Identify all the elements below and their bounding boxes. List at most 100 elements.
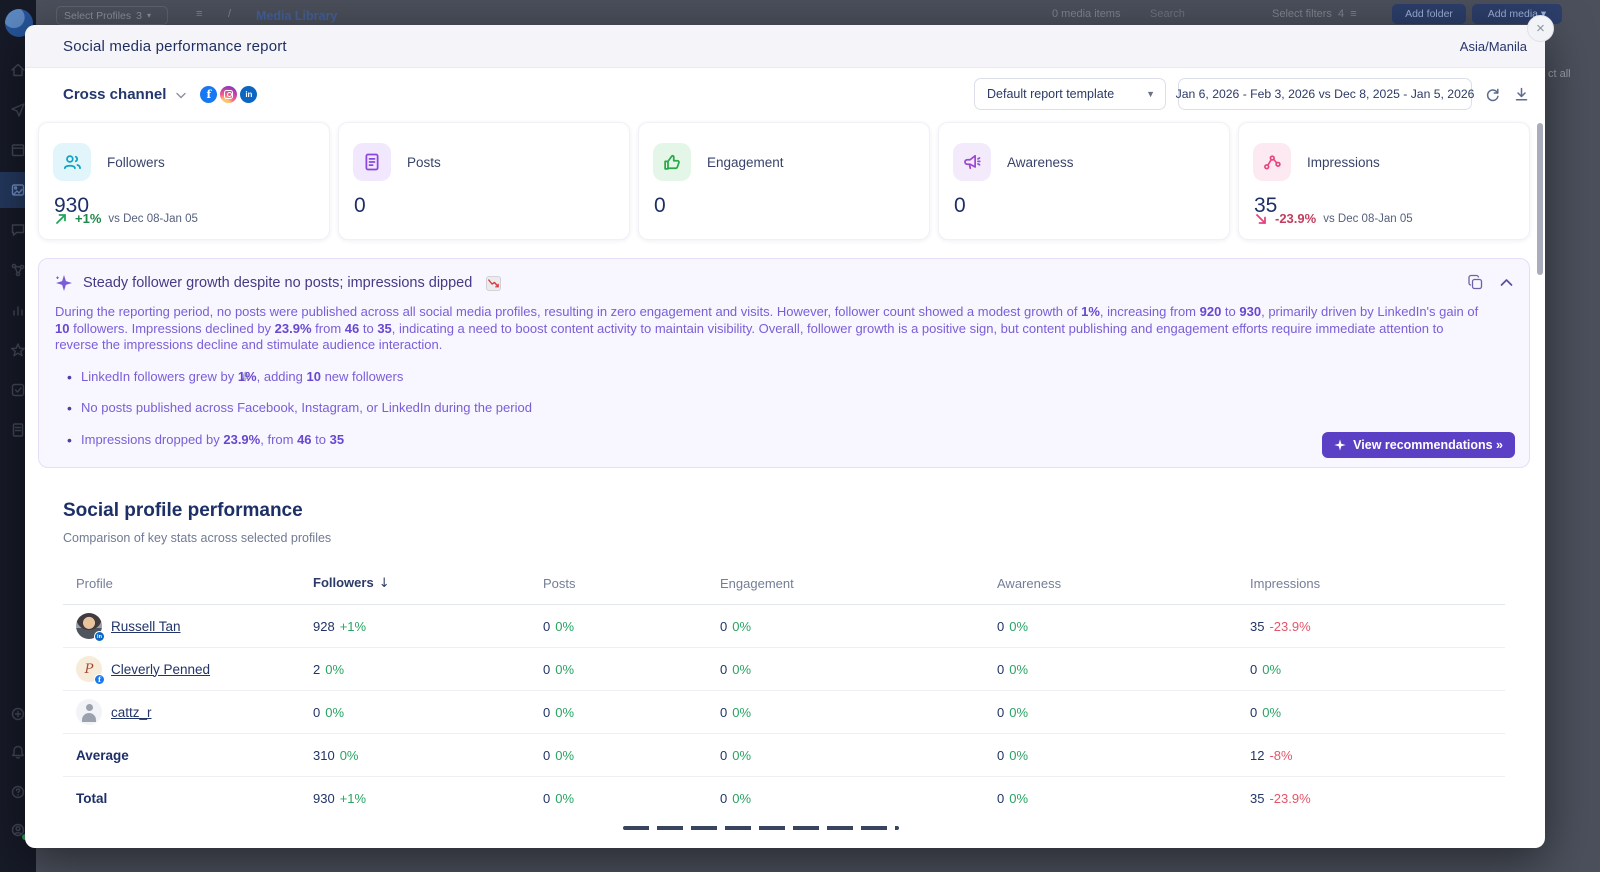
table-row: cattz_r 00% 00% 00% 00% 00% [63, 691, 1505, 734]
list-view-icon[interactable]: ≡ [196, 8, 202, 20]
engagement-value: 0 [720, 619, 727, 634]
home-icon[interactable] [10, 62, 26, 78]
section-subtitle: Comparison of key stats across selected … [63, 531, 1530, 545]
date-range-picker[interactable]: Jan 6, 2026 - Feb 3, 2026 vs Dec 8, 2025… [1178, 78, 1472, 110]
app-stage: Select Profiles 3 ▾ ≡ / Media Library 0 … [0, 0, 1600, 872]
channel-network-icons: f in [200, 86, 257, 103]
add-folder-button[interactable]: Add folder [1392, 4, 1466, 24]
share-nodes-icon[interactable] [10, 262, 26, 278]
select-filters-control[interactable]: Select filters 4 ≡ [1272, 8, 1357, 20]
metric-value: 0 [354, 194, 615, 218]
profile-link[interactable]: Cleverly Penned [111, 662, 210, 677]
template-select-value: Default report template [987, 87, 1114, 101]
metric-value: 0 [954, 194, 1215, 218]
ai-highlight-item: No posts published across Facebook, Inst… [55, 400, 1513, 415]
view-recommendations-button[interactable]: View recommendations » [1322, 432, 1515, 458]
instagram-icon [220, 86, 237, 103]
select-caret-icon: ▼ [1146, 89, 1155, 99]
avatar: Pf [76, 656, 102, 682]
posts-document-icon [353, 143, 391, 181]
impressions-delta: -8% [1269, 748, 1292, 763]
notes-document-icon[interactable] [10, 422, 26, 438]
modal-header: Social media performance report Asia/Man… [25, 25, 1545, 68]
engagement-delta: 0% [732, 705, 751, 720]
comparison-period: vs Dec 08-Jan 05 [108, 213, 198, 225]
linkedin-badge-icon: in [94, 631, 105, 642]
awareness-value: 0 [997, 705, 1004, 720]
trend-up-arrow-icon [54, 212, 68, 226]
awareness-delta: 0% [1009, 705, 1028, 720]
modal-scrollbar[interactable] [1537, 123, 1543, 275]
posts-delta: 0% [555, 662, 574, 677]
impressions-delta: -23.9% [1269, 619, 1310, 634]
metric-delta: +1% [75, 211, 101, 226]
table-row: Pf Cleverly Penned 20% 00% 00% 00% 00% [63, 648, 1505, 691]
avatar-placeholder [76, 699, 102, 725]
table-header-row: Profile Followers↓ Posts Engagement Awar… [63, 562, 1505, 605]
select-profiles-label: Select Profiles [64, 10, 131, 22]
metric-label: Engagement [707, 155, 784, 170]
reviews-star-icon[interactable] [10, 342, 26, 358]
posts-delta: 0% [555, 619, 574, 634]
column-header-impressions[interactable]: Impressions [1250, 576, 1505, 591]
ai-highlights-list: LinkedIn followers grew by 1%, adding 10… [55, 369, 1513, 447]
column-header-profile[interactable]: Profile [63, 576, 313, 591]
calendar-icon[interactable] [10, 142, 26, 158]
media-items-count: 0 media items [1052, 8, 1120, 20]
posts-value: 0 [543, 619, 550, 634]
channel-selector[interactable]: Cross channel [63, 86, 166, 103]
impressions-delta: -23.9% [1269, 791, 1310, 806]
approvals-check-icon[interactable] [10, 382, 26, 398]
comparison-period: vs Dec 08-Jan 05 [1323, 213, 1413, 225]
report-template-select[interactable]: Default report template ▼ [974, 78, 1166, 110]
refresh-icon[interactable] [1484, 86, 1501, 103]
add-circle-icon[interactable] [10, 706, 26, 722]
notifications-bell-icon[interactable] [10, 744, 26, 760]
posts-delta: 0% [555, 705, 574, 720]
sort-descending-icon: ↓ [379, 576, 390, 591]
engagement-value: 0 [720, 662, 727, 677]
metric-value: 0 [654, 194, 915, 218]
profile-link[interactable]: cattz_r [111, 705, 152, 720]
linkedin-icon: in [240, 86, 257, 103]
copy-icon[interactable] [1467, 274, 1484, 291]
engagement-value: 0 [720, 791, 727, 806]
facebook-icon: f [200, 86, 217, 103]
table-summary-row-average: Average 3100% 00% 00% 00% 12-8% [63, 734, 1505, 777]
chart-decreasing-emoji [486, 276, 501, 291]
summary-label: Average [63, 748, 313, 763]
facebook-badge-icon: f [94, 674, 105, 685]
performance-report-modal: × Social media performance report Asia/M… [25, 25, 1545, 848]
download-icon[interactable] [1513, 86, 1530, 103]
column-header-awareness[interactable]: Awareness [997, 576, 1250, 591]
followers-delta: 0% [325, 705, 344, 720]
profile-link[interactable]: Russell Tan [111, 619, 181, 634]
column-header-posts[interactable]: Posts [543, 576, 720, 591]
select-profiles-dropdown[interactable]: Select Profiles 3 ▾ [56, 6, 168, 25]
media-library-image-icon[interactable] [10, 182, 26, 198]
awareness-delta: 0% [1009, 619, 1028, 634]
modal-title: Social media performance report [63, 38, 287, 55]
column-header-engagement[interactable]: Engagement [720, 576, 997, 591]
analytics-bars-icon[interactable] [10, 302, 26, 318]
impressions-scatter-icon [1253, 143, 1291, 181]
publish-send-icon[interactable] [10, 102, 26, 118]
help-icon[interactable] [10, 784, 26, 800]
followers-people-icon [53, 143, 91, 181]
section-title: Social profile performance [63, 500, 1530, 522]
impressions-value: 0 [1250, 662, 1257, 677]
close-icon[interactable]: × [1527, 15, 1554, 42]
comments-icon[interactable] [10, 222, 26, 238]
collapse-chevron-up-icon[interactable] [1500, 278, 1513, 287]
followers-delta: +1% [340, 791, 366, 806]
column-header-followers-sorted[interactable]: Followers↓ [313, 575, 543, 591]
select-all-clipped-label[interactable]: ct all [1548, 68, 1571, 80]
followers-delta: 0% [340, 748, 359, 763]
metric-cards-row: Followers 930 +1% vs Dec 08-Jan 05 Posts… [38, 122, 1530, 240]
engagement-delta: 0% [732, 619, 751, 634]
report-toolbar: Cross channel f in Default report templa… [25, 68, 1545, 120]
engagement-delta: 0% [732, 662, 751, 677]
search-input[interactable]: Search [1150, 8, 1185, 20]
table-row: in Russell Tan 928+1% 00% 00% 00% 35-23.… [63, 605, 1505, 648]
divider-slash: / [228, 8, 231, 20]
